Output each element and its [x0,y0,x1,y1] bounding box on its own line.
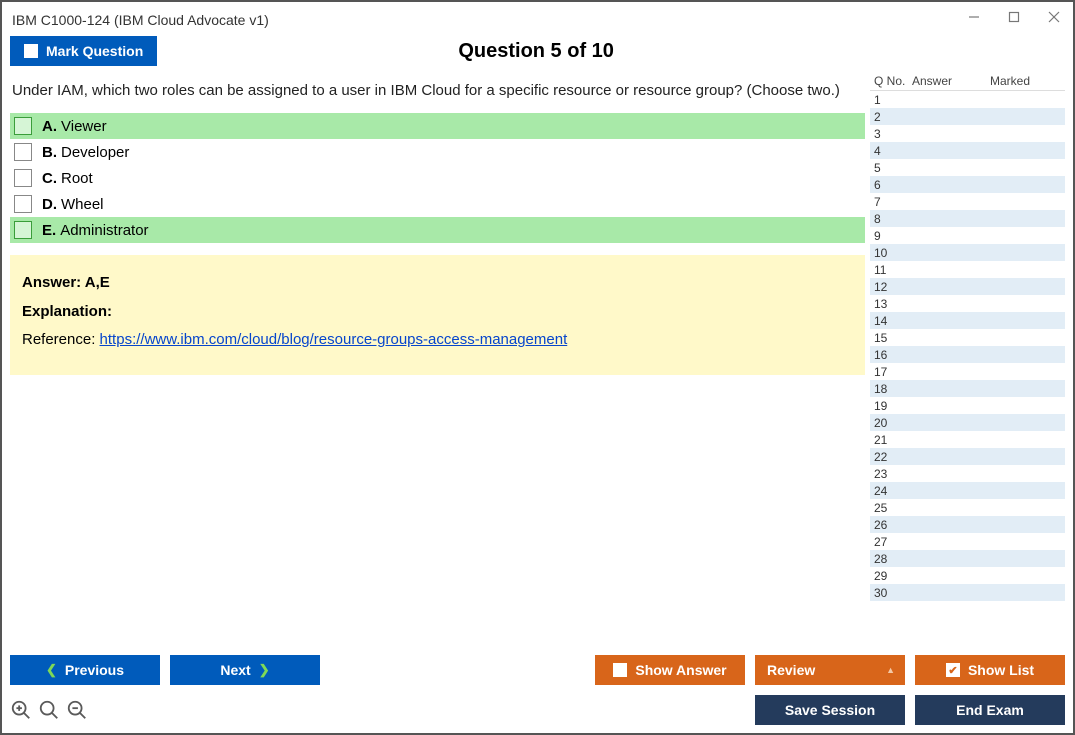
close-icon[interactable] [1045,8,1063,26]
list-item[interactable]: 23 [870,465,1065,482]
option-row[interactable]: A. Viewer [10,113,865,139]
answer-label: Answer: A,E [22,274,110,291]
review-button[interactable]: Review ▲ [755,655,905,685]
list-item[interactable]: 26 [870,516,1065,533]
list-item[interactable]: 1 [870,91,1065,108]
chevron-left-icon: ❮ [46,662,57,678]
option-checkbox[interactable] [14,221,32,239]
option-text: Viewer [61,118,107,135]
question-counter: Question 5 of 10 [157,40,915,63]
list-item[interactable]: 8 [870,210,1065,227]
end-exam-label: End Exam [956,702,1024,718]
list-item[interactable]: 29 [870,567,1065,584]
review-label: Review [767,662,815,678]
option-letter: E. [42,222,56,239]
list-item[interactable]: 30 [870,584,1065,601]
option-letter: B. [42,144,57,161]
list-item[interactable]: 6 [870,176,1065,193]
list-item[interactable]: 22 [870,448,1065,465]
chevron-right-icon: ❯ [259,662,270,678]
option-letter: C. [42,170,57,187]
col-qno: Q No. [870,74,912,88]
window-title: IBM C1000-124 (IBM Cloud Advocate v1) [12,12,1063,28]
list-item[interactable]: 28 [870,550,1065,567]
option-text: Wheel [61,196,104,213]
zoom-in-icon[interactable] [38,699,60,721]
zoom-reset-icon[interactable] [10,699,32,721]
list-item[interactable]: 11 [870,261,1065,278]
col-marked: Marked [990,74,1065,88]
option-checkbox[interactable] [14,169,32,187]
list-item[interactable]: 5 [870,159,1065,176]
end-exam-button[interactable]: End Exam [915,695,1065,725]
col-answer: Answer [912,74,990,88]
show-list-button[interactable]: ✔ Show List [915,655,1065,685]
show-list-checkbox-icon: ✔ [946,663,960,677]
question-list[interactable]: 1234567891011121314151617181920212223242… [870,91,1065,647]
list-item[interactable]: 9 [870,227,1065,244]
option-letter: A. [42,118,57,135]
question-list-panel: Q No. Answer Marked 12345678910111213141… [869,72,1065,647]
save-session-button[interactable]: Save Session [755,695,905,725]
option-text: Root [61,170,93,187]
reference-link[interactable]: https://www.ibm.com/cloud/blog/resource-… [100,331,568,348]
list-item[interactable]: 10 [870,244,1065,261]
list-item[interactable]: 12 [870,278,1065,295]
save-session-label: Save Session [785,702,875,718]
option-row[interactable]: B. Developer [10,139,865,165]
option-row[interactable]: E. Administrator [10,217,865,243]
options-list: A. ViewerB. DeveloperC. RootD. WheelE. A… [10,113,865,243]
option-row[interactable]: C. Root [10,165,865,191]
show-answer-button[interactable]: Show Answer [595,655,745,685]
mark-question-button[interactable]: Mark Question [10,36,157,66]
next-button[interactable]: Next ❯ [170,655,320,685]
list-item[interactable]: 4 [870,142,1065,159]
explanation-label: Explanation: [22,303,112,320]
dropdown-triangle-icon: ▲ [886,665,895,675]
list-item[interactable]: 21 [870,431,1065,448]
next-label: Next [220,662,250,678]
list-item[interactable]: 16 [870,346,1065,363]
option-text: Developer [61,144,129,161]
mark-question-checkbox-icon [24,44,38,58]
option-checkbox[interactable] [14,117,32,135]
show-answer-checkbox-icon [613,663,627,677]
answer-panel: Answer: A,E Explanation: Reference: http… [10,255,865,375]
previous-label: Previous [65,662,124,678]
option-row[interactable]: D. Wheel [10,191,865,217]
list-item[interactable]: 20 [870,414,1065,431]
app-window: IBM C1000-124 (IBM Cloud Advocate v1) Ma… [0,0,1075,735]
list-item[interactable]: 14 [870,312,1065,329]
option-letter: D. [42,196,57,213]
zoom-out-icon[interactable] [66,699,88,721]
list-item[interactable]: 18 [870,380,1065,397]
list-item[interactable]: 13 [870,295,1065,312]
maximize-icon[interactable] [1005,8,1023,26]
option-text: Administrator [60,222,148,239]
list-item[interactable]: 15 [870,329,1065,346]
option-checkbox[interactable] [14,195,32,213]
option-checkbox[interactable] [14,143,32,161]
list-item[interactable]: 7 [870,193,1065,210]
list-item[interactable]: 27 [870,533,1065,550]
question-prompt: Under IAM, which two roles can be assign… [10,72,865,113]
show-list-label: Show List [968,662,1034,678]
list-item[interactable]: 24 [870,482,1065,499]
list-item[interactable]: 3 [870,125,1065,142]
reference-prefix: Reference: [22,331,100,348]
list-item[interactable]: 17 [870,363,1065,380]
mark-question-label: Mark Question [46,43,143,59]
list-item[interactable]: 19 [870,397,1065,414]
minimize-icon[interactable] [965,8,983,26]
show-answer-label: Show Answer [635,662,726,678]
title-bar: IBM C1000-124 (IBM Cloud Advocate v1) [10,10,1065,36]
previous-button[interactable]: ❮ Previous [10,655,160,685]
list-item[interactable]: 25 [870,499,1065,516]
list-item[interactable]: 2 [870,108,1065,125]
